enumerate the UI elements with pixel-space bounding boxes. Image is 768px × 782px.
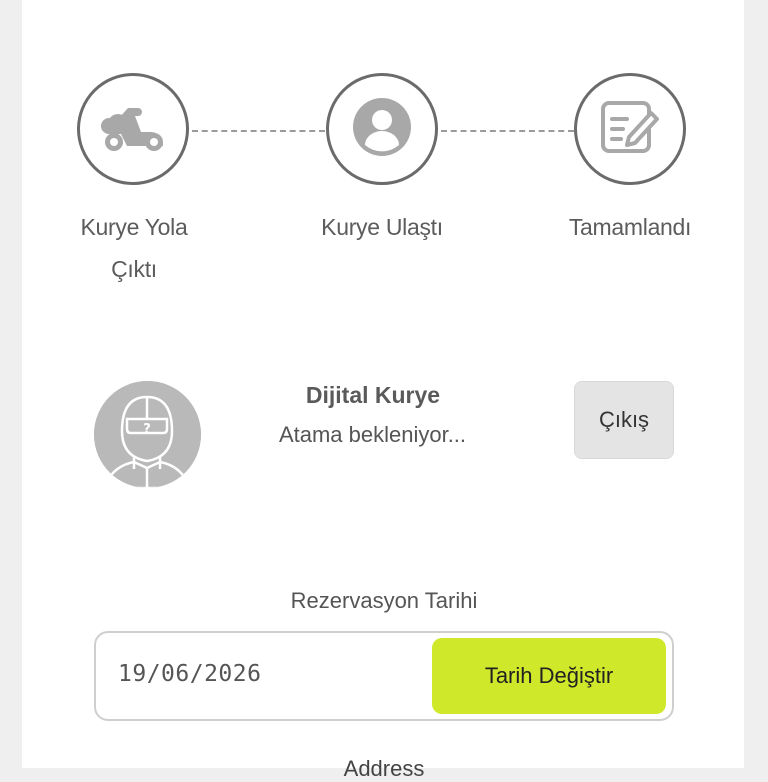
step-2-label-line1: Kurye Ulaştı bbox=[321, 214, 443, 240]
step-connector-1 bbox=[192, 130, 325, 132]
step-1-label-line1: Kurye Yola bbox=[80, 214, 188, 240]
step-1-label-line2: Çıktı bbox=[111, 256, 157, 282]
step-2-circle bbox=[326, 73, 438, 185]
step-1-label: Kurye Yola Çıktı bbox=[44, 206, 224, 290]
step-2-label: Kurye Ulaştı bbox=[292, 206, 472, 248]
user-icon bbox=[352, 97, 412, 162]
scooter-icon bbox=[100, 102, 166, 157]
step-3-label-line1: Tamamlandı bbox=[568, 214, 692, 240]
reservation-date-field[interactable]: 19/06/2026 Tarih Değiştir bbox=[94, 631, 674, 721]
unknown-courier-avatar-icon: ? bbox=[94, 381, 201, 488]
reservation-date-value: 19/06/2026 bbox=[118, 661, 262, 687]
address-label: Address bbox=[343, 756, 425, 781]
exit-button[interactable]: Çıkış bbox=[574, 381, 674, 459]
order-status-card: Kurye Yola Çıktı Kurye Ulaştı Tamamlandı… bbox=[22, 0, 744, 781]
change-date-button[interactable]: Tarih Değiştir bbox=[432, 638, 666, 714]
step-1-circle bbox=[77, 73, 189, 185]
step-connector-2 bbox=[441, 130, 574, 132]
courier-status: Atama bekleniyor... bbox=[278, 422, 467, 447]
edit-note-icon bbox=[599, 97, 661, 162]
reservation-date-label: Rezervasyon Tarihi bbox=[290, 588, 478, 613]
step-3-circle bbox=[574, 73, 686, 185]
svg-text:?: ? bbox=[143, 422, 151, 437]
courier-avatar: ? bbox=[94, 381, 201, 488]
step-3-label: Tamamlandı bbox=[540, 206, 720, 248]
courier-name: Dijital Kurye bbox=[305, 382, 441, 408]
